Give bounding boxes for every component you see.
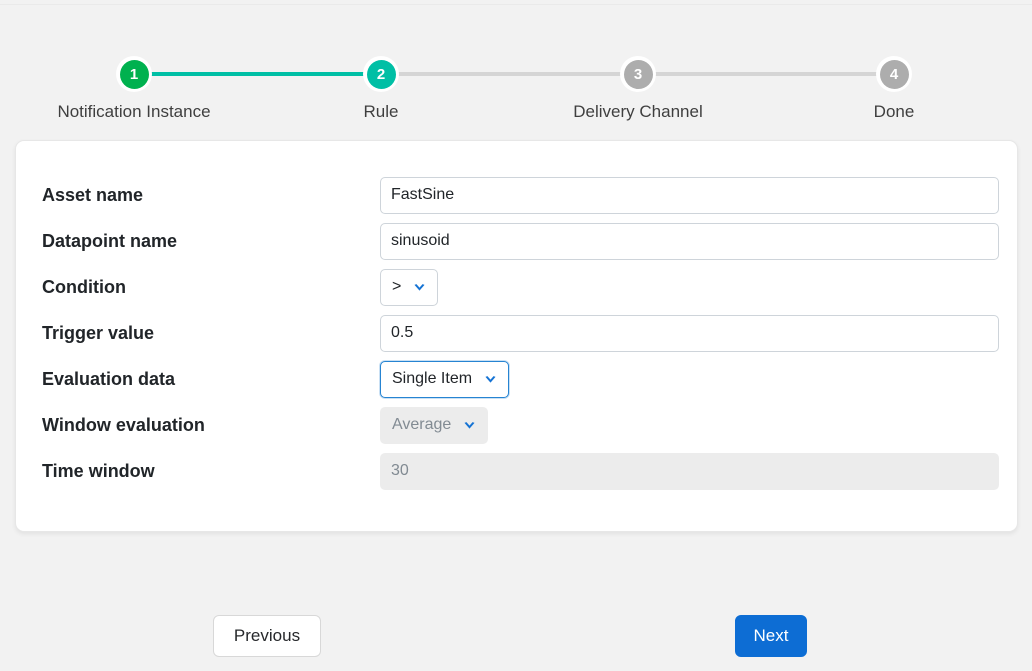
stepper-step-4-number: 4	[880, 60, 909, 89]
input-trigger-value[interactable]	[380, 315, 999, 352]
previous-button[interactable]: Previous	[213, 615, 321, 657]
stepper-step-4[interactable]: 4	[876, 56, 912, 92]
select-condition[interactable]: >	[380, 269, 438, 306]
label-time-window: Time window	[42, 448, 155, 494]
input-datapoint-name[interactable]	[380, 223, 999, 260]
wizard-stepper: 1 2 3 4 Notification Instance Rule Deliv…	[0, 28, 1032, 100]
control-condition: >	[380, 264, 999, 310]
form-row-time-window: Time window	[16, 448, 1019, 494]
stepper-connector-2-3	[381, 72, 638, 76]
control-evaluation-data: Single Item	[380, 356, 999, 402]
select-evaluation-data-value: Single Item	[392, 370, 472, 388]
stepper-label-1: Notification Instance	[0, 102, 268, 122]
stepper-step-3[interactable]: 3	[620, 56, 656, 92]
form-row-evaluation-data: Evaluation data Single Item	[16, 356, 1019, 402]
stepper-connector-3-4	[638, 72, 894, 76]
form-row-window-evaluation: Window evaluation Average	[16, 402, 1019, 448]
label-evaluation-data: Evaluation data	[42, 356, 175, 402]
chevron-down-icon	[463, 419, 476, 432]
chevron-down-icon	[413, 281, 426, 294]
stepper-connector-1-2	[134, 72, 381, 76]
select-condition-value: >	[392, 278, 401, 296]
input-asset-name[interactable]	[380, 177, 999, 214]
stepper-label-4: Done	[794, 102, 994, 122]
form-row-datapoint-name: Datapoint name	[16, 218, 1019, 264]
stepper-step-1-number: 1	[120, 60, 149, 89]
label-datapoint-name: Datapoint name	[42, 218, 177, 264]
control-time-window	[380, 448, 999, 494]
rule-form-card: Asset name Datapoint name Condition >	[15, 140, 1018, 532]
stepper-step-2-number: 2	[367, 60, 396, 89]
stepper-label-3: Delivery Channel	[538, 102, 738, 122]
input-time-window	[380, 453, 999, 490]
label-window-evaluation: Window evaluation	[42, 402, 205, 448]
select-evaluation-data[interactable]: Single Item	[380, 361, 509, 398]
stepper-step-1[interactable]: 1	[116, 56, 152, 92]
stepper-label-2: Rule	[281, 102, 481, 122]
control-trigger-value	[380, 310, 999, 356]
control-asset-name	[380, 172, 999, 218]
form-row-condition: Condition >	[16, 264, 1019, 310]
label-trigger-value: Trigger value	[42, 310, 154, 356]
stepper-step-2[interactable]: 2	[363, 56, 399, 92]
form-row-asset-name: Asset name	[16, 172, 1019, 218]
control-datapoint-name	[380, 218, 999, 264]
label-asset-name: Asset name	[42, 172, 143, 218]
chevron-down-icon	[484, 373, 497, 386]
form-row-trigger-value: Trigger value	[16, 310, 1019, 356]
next-button[interactable]: Next	[735, 615, 807, 657]
wizard-page: 1 2 3 4 Notification Instance Rule Deliv…	[0, 0, 1032, 671]
select-window-evaluation-value: Average	[392, 416, 451, 434]
label-condition: Condition	[42, 264, 126, 310]
stepper-step-3-number: 3	[624, 60, 653, 89]
top-divider	[0, 4, 1032, 5]
select-window-evaluation: Average	[380, 407, 488, 444]
control-window-evaluation: Average	[380, 402, 999, 448]
